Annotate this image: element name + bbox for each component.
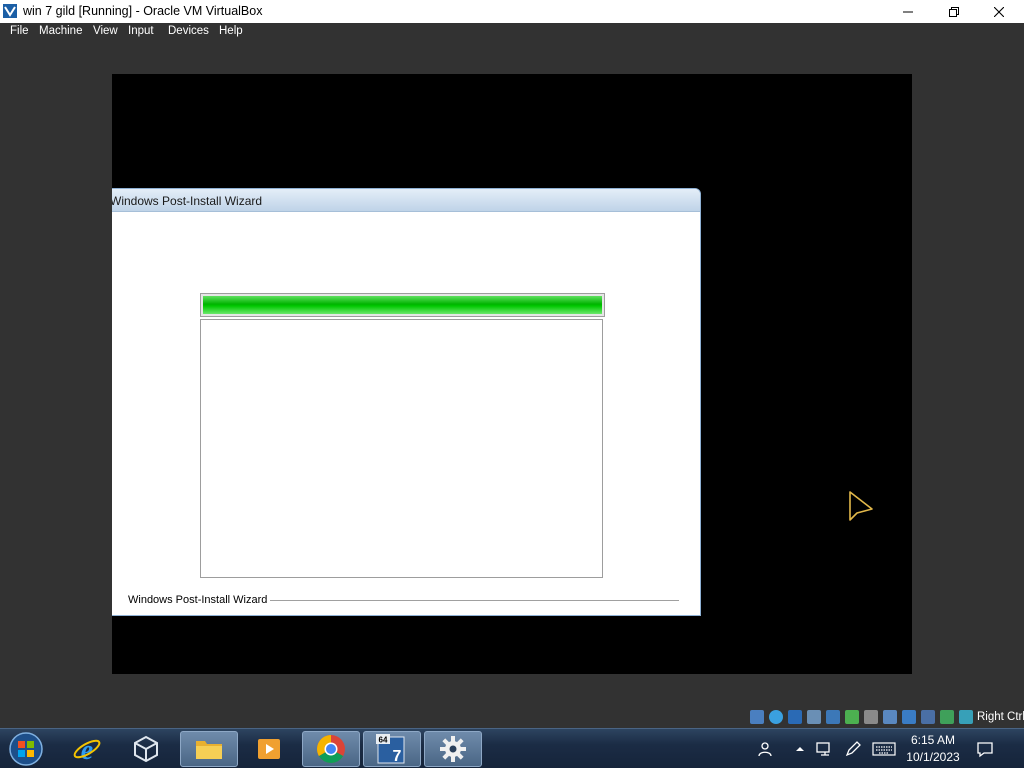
- usb-icon[interactable]: [845, 710, 859, 724]
- svg-text:e: e: [81, 735, 93, 764]
- taskbar-virtualbox[interactable]: [117, 731, 175, 767]
- keyboard-icon[interactable]: [959, 710, 973, 724]
- audio-icon[interactable]: [807, 710, 821, 724]
- minimize-button[interactable]: [885, 0, 931, 23]
- footer-divider: [267, 600, 679, 601]
- internet-explorer-icon: e: [73, 735, 101, 764]
- settings-gear-icon: [440, 736, 466, 762]
- chevron-up-icon: [796, 747, 804, 751]
- close-button[interactable]: [976, 0, 1022, 23]
- restore-icon: [949, 6, 959, 17]
- clock-time[interactable]: 6:15 AM: [905, 733, 961, 747]
- taskbar-file-explorer[interactable]: [180, 731, 238, 767]
- menu-bar: File Machine View Input Devices Help: [0, 23, 1024, 42]
- network-icon[interactable]: [826, 710, 840, 724]
- display-icon[interactable]: [883, 710, 897, 724]
- file-explorer-icon: [196, 741, 222, 759]
- wizard-title: Windows Post-Install Wizard: [112, 194, 263, 208]
- wizard-log-box[interactable]: [200, 319, 603, 578]
- network-icon: [816, 742, 830, 756]
- people-icon: [758, 742, 772, 757]
- taskbar-settings[interactable]: [424, 731, 482, 767]
- clock-date[interactable]: 10/1/2023: [905, 750, 961, 764]
- tray-network[interactable]: [814, 729, 836, 768]
- recording-icon[interactable]: [902, 710, 916, 724]
- tray-user-icon-wrap[interactable]: [752, 729, 778, 768]
- vm-display[interactable]: Windows Post-Install Wizard Windows Post…: [112, 74, 912, 674]
- tray-keyboard[interactable]: [870, 729, 898, 768]
- vm-status-bar: Right Ctrl: [0, 707, 1024, 728]
- minimize-icon: [903, 11, 913, 12]
- optical-drive-icon[interactable]: [769, 710, 783, 724]
- cpu-icon[interactable]: [921, 710, 935, 724]
- chrome-icon: [317, 735, 345, 763]
- mouse-integration-icon[interactable]: [940, 710, 954, 724]
- keyboard-icon: [872, 742, 896, 756]
- installer-badge: 64: [379, 736, 388, 745]
- start-button[interactable]: [4, 731, 48, 767]
- progress-fill: [203, 296, 602, 314]
- hard-disk-icon[interactable]: [750, 710, 764, 724]
- menu-help[interactable]: Help: [219, 25, 243, 37]
- taskbar-chrome[interactable]: [302, 731, 360, 767]
- window-title: win 7 gild [Running] - Oracle VM Virtual…: [23, 4, 263, 18]
- media-player-icon: [258, 739, 280, 759]
- action-center-button[interactable]: [972, 729, 998, 768]
- menu-view[interactable]: View: [93, 25, 118, 37]
- window-title-bar[interactable]: win 7 gild [Running] - Oracle VM Virtual…: [0, 0, 1024, 23]
- taskbar: e 64 7 6:15 AM 10/1/2023: [0, 728, 1024, 768]
- win7-installer-icon: 64 7: [376, 734, 405, 765]
- menu-file[interactable]: File: [10, 25, 29, 37]
- wizard-title-bar[interactable]: Windows Post-Install Wizard: [112, 189, 700, 212]
- menu-devices[interactable]: Devices: [168, 25, 209, 37]
- show-hidden-icons-button[interactable]: [790, 729, 810, 768]
- mouse-cursor-icon: [849, 491, 873, 521]
- menu-machine[interactable]: Machine: [39, 25, 82, 37]
- notification-icon: [977, 742, 993, 758]
- installer-number: 7: [393, 748, 402, 765]
- virtualbox-icon: [3, 4, 17, 18]
- menu-input[interactable]: Input: [128, 25, 154, 37]
- wizard-progress-bar: [200, 293, 605, 317]
- restore-button[interactable]: [931, 0, 977, 23]
- post-install-wizard-window[interactable]: Windows Post-Install Wizard Windows Post…: [112, 188, 701, 616]
- shared-folders-icon[interactable]: [864, 710, 878, 724]
- host-key-label[interactable]: Right Ctrl: [977, 711, 1024, 723]
- virtualbox-icon: [134, 735, 158, 763]
- taskbar-internet-explorer[interactable]: e: [58, 731, 116, 767]
- pen-icon: [845, 741, 861, 757]
- tray-pen[interactable]: [842, 729, 864, 768]
- close-icon: [994, 6, 1004, 17]
- taskbar-media-player[interactable]: [240, 731, 298, 767]
- wizard-footer-label: Windows Post-Install Wizard: [128, 594, 271, 606]
- floppy-icon[interactable]: [788, 710, 802, 724]
- taskbar-win7-installer[interactable]: 64 7: [363, 731, 421, 767]
